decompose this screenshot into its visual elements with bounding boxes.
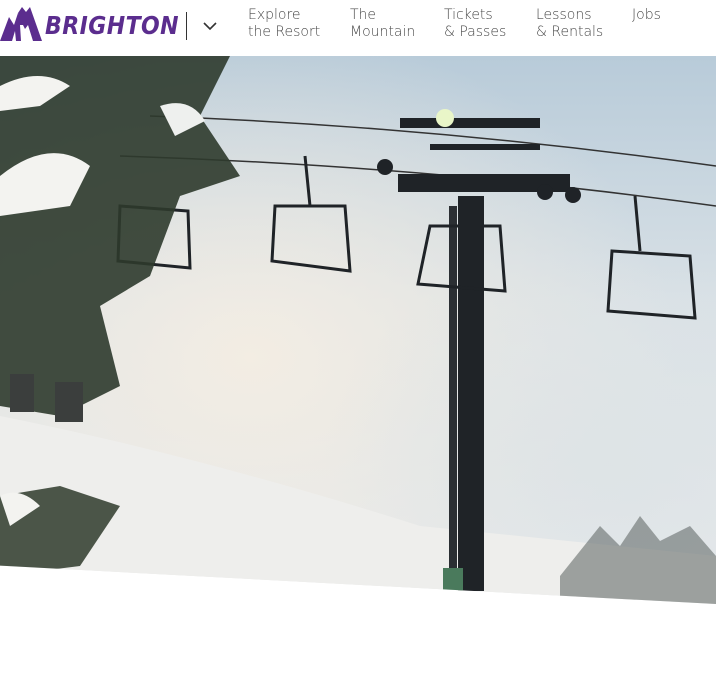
nav-item-line1: Jobs: [632, 7, 661, 23]
nav-item-line2: the Resort: [248, 24, 321, 40]
nav-item-line1: Lessons: [536, 7, 592, 23]
nav-item-tickets[interactable]: Tickets & Passes: [444, 7, 506, 41]
ski-lift-photo: [0, 56, 716, 604]
menu-toggle-button[interactable]: [199, 16, 221, 36]
brand-name: BRIGHTON: [45, 10, 180, 40]
nav-item-lessons[interactable]: Lessons & Rentals: [536, 7, 603, 41]
nav-item-mountain[interactable]: The Mountain: [350, 7, 415, 41]
header-divider: [186, 12, 187, 40]
nav-item-line2: & Passes: [444, 24, 507, 40]
nav-item-line2: & Rentals: [536, 24, 604, 40]
nav-item-line1: Explore: [248, 7, 301, 23]
nav-item-line1: The: [350, 7, 377, 23]
page-body: [0, 604, 716, 680]
brand-logo[interactable]: BRIGHTON: [0, 5, 197, 45]
site-header: BRIGHTON Explore the Resort The Mountain…: [0, 0, 716, 56]
nav-item-jobs[interactable]: Jobs: [632, 7, 661, 24]
hero-image: [0, 56, 716, 604]
nav-item-line1: Tickets: [444, 7, 493, 23]
nav-item-line2: Mountain: [350, 24, 416, 40]
nav-item-explore[interactable]: Explore the Resort: [248, 7, 320, 41]
chevron-down-icon: [203, 22, 217, 31]
mountain-logo-icon: [0, 7, 42, 41]
